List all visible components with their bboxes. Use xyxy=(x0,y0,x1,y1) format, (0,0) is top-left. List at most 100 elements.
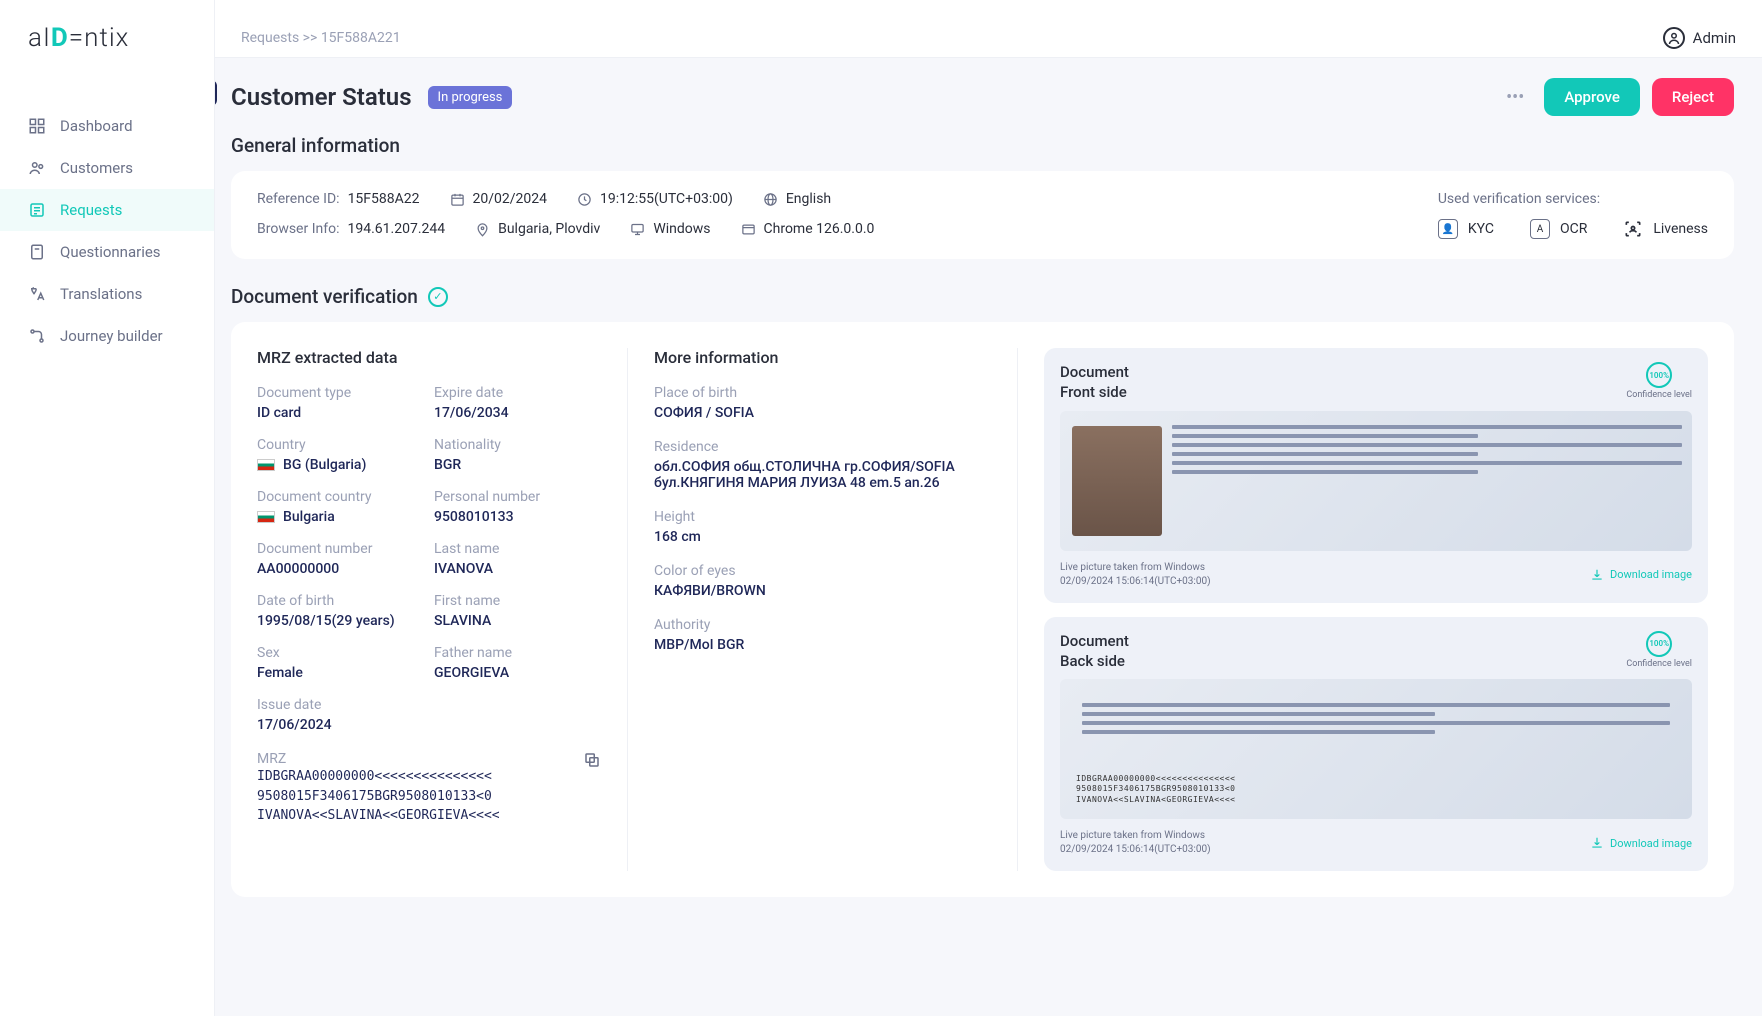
doc-number-value: AA00000000 xyxy=(257,561,424,577)
services-label: Used verification services: xyxy=(1438,191,1708,207)
date-value: 20/02/2024 xyxy=(473,191,548,207)
questionnaires-icon xyxy=(28,243,46,261)
download-icon xyxy=(1590,836,1604,850)
doc-back-image[interactable]: IDBGRAA00000000<<<<<<<<<<<<<<<9508015F34… xyxy=(1060,679,1692,819)
os-value: Windows xyxy=(653,221,710,237)
doc-back-card: Document Back side 100% Confidence level… xyxy=(1044,617,1708,872)
globe-icon xyxy=(763,192,778,207)
content: Customer Status In progress ••• Approve … xyxy=(215,58,1762,963)
reject-button[interactable]: Reject xyxy=(1652,78,1734,116)
father-name-value: GEORGIEVA xyxy=(434,665,601,681)
bulgaria-flag-icon xyxy=(257,459,275,471)
language-value: English xyxy=(786,191,831,207)
doc-country-value: Bulgaria xyxy=(257,509,424,525)
confidence-badge: 100% xyxy=(1646,631,1672,657)
location-value: Bulgaria, Plovdiv xyxy=(498,221,600,237)
clock-icon xyxy=(577,192,592,207)
reference-id-value: 15F588A22 xyxy=(348,191,420,207)
confidence-badge: 100% xyxy=(1646,362,1672,388)
main: Requests >> 15F588A221 Admin Customer St… xyxy=(215,0,1762,1016)
doc-back-title: Document Back side xyxy=(1060,631,1129,672)
sidebar-item-label: Dashboard xyxy=(60,117,133,135)
doc-type-value: ID card xyxy=(257,405,424,421)
height-value: 168 cm xyxy=(654,529,991,545)
dob-value: 1995/08/15(29 years) xyxy=(257,613,424,629)
expire-value: 17/06/2034 xyxy=(434,405,601,421)
sidebar-item-requests[interactable]: Requests xyxy=(0,189,214,231)
download-front-link[interactable]: Download image xyxy=(1590,568,1692,582)
back-button[interactable] xyxy=(215,80,217,106)
check-circle-icon: ✓ xyxy=(428,287,448,307)
more-info-heading: More information xyxy=(654,348,991,367)
page-title: Customer Status xyxy=(231,83,412,111)
browser-info-label: Browser Info: xyxy=(257,221,339,237)
residence-value: обл.СОФИЯ общ.СТОЛИЧНА гр.СОФИЯ/SOFIA бу… xyxy=(654,459,991,491)
sidebar-item-label: Requests xyxy=(60,201,122,219)
admin-menu[interactable]: Admin xyxy=(1663,27,1736,49)
service-ocr: OCR xyxy=(1560,221,1587,237)
bulgaria-flag-icon xyxy=(257,511,275,523)
kyc-icon: 👤 xyxy=(1438,219,1458,239)
sidebar-item-label: Journey builder xyxy=(60,327,163,345)
browser-value: Chrome 126.0.0.0 xyxy=(764,221,875,237)
personal-number-value: 9508010133 xyxy=(434,509,601,525)
doc-front-timestamp: Live picture taken from Windows02/09/202… xyxy=(1060,561,1211,589)
calendar-icon xyxy=(450,192,465,207)
section-docverif-title: Document verification xyxy=(231,285,418,308)
page-header: Customer Status In progress ••• Approve … xyxy=(231,78,1734,116)
doc-front-title: Document Front side xyxy=(1060,362,1129,403)
customers-icon xyxy=(28,159,46,177)
admin-label: Admin xyxy=(1693,29,1736,47)
liveness-icon xyxy=(1623,219,1643,239)
pin-icon xyxy=(475,222,490,237)
logo: aID=ntix xyxy=(0,0,214,75)
translations-icon xyxy=(28,285,46,303)
authority-value: МВР/MoI BGR xyxy=(654,637,991,653)
doc-front-card: Document Front side 100% Confidence leve… xyxy=(1044,348,1708,603)
sidebar: aID=ntix Dashboard Customers Requests Qu… xyxy=(0,0,215,1016)
user-icon xyxy=(1663,27,1685,49)
country-value: BG (Bulgaria) xyxy=(257,457,424,473)
sidebar-item-customers[interactable]: Customers xyxy=(0,147,214,189)
first-name-value: SLAVINA xyxy=(434,613,601,629)
sidebar-item-journey[interactable]: Journey builder xyxy=(0,315,214,357)
monitor-icon xyxy=(630,222,645,237)
issue-date-value: 17/06/2024 xyxy=(257,717,424,733)
nationality-value: BGR xyxy=(434,457,601,473)
requests-icon xyxy=(28,201,46,219)
download-back-link[interactable]: Download image xyxy=(1590,836,1692,850)
section-general-title: General information xyxy=(231,134,1734,157)
sex-value: Female xyxy=(257,665,424,681)
download-icon xyxy=(1590,568,1604,582)
last-name-value: IVANOVA xyxy=(434,561,601,577)
service-liveness: Liveness xyxy=(1653,221,1708,237)
ip-value: 194.61.207.244 xyxy=(347,221,445,237)
pob-value: СОФИЯ / SOFIA xyxy=(654,405,991,421)
sidebar-item-questionnaires[interactable]: Questionnaries xyxy=(0,231,214,273)
copy-icon[interactable] xyxy=(583,751,601,769)
topbar: Requests >> 15F588A221 Admin xyxy=(215,0,1762,58)
doc-verification-card: MRZ extracted data Document typeID card … xyxy=(231,322,1734,897)
sidebar-item-label: Customers xyxy=(60,159,133,177)
mrz-value: IDBGRAA00000000<<<<<<<<<<<<<<< 9508015F3… xyxy=(257,767,601,826)
ocr-icon: A xyxy=(1530,219,1550,239)
journey-icon xyxy=(28,327,46,345)
time-value: 19:12:55(UTC+03:00) xyxy=(600,191,733,207)
service-kyc: KYC xyxy=(1468,221,1494,237)
doc-back-timestamp: Live picture taken from Windows02/09/202… xyxy=(1060,829,1211,857)
doc-front-image[interactable] xyxy=(1060,411,1692,551)
browser-icon xyxy=(741,222,756,237)
general-info-card: Reference ID: 15F588A22 20/02/2024 19:12… xyxy=(231,171,1734,259)
reference-id-label: Reference ID: xyxy=(257,191,340,207)
more-icon[interactable]: ••• xyxy=(1498,79,1532,116)
sidebar-item-translations[interactable]: Translations xyxy=(0,273,214,315)
nav: Dashboard Customers Requests Questionnar… xyxy=(0,105,214,357)
dashboard-icon xyxy=(28,117,46,135)
sidebar-item-label: Questionnaries xyxy=(60,243,161,261)
sidebar-item-label: Translations xyxy=(60,285,142,303)
mrz-heading: MRZ extracted data xyxy=(257,348,601,367)
breadcrumb: Requests >> 15F588A221 xyxy=(241,30,401,46)
approve-button[interactable]: Approve xyxy=(1544,78,1640,116)
status-badge: In progress xyxy=(428,86,513,109)
sidebar-item-dashboard[interactable]: Dashboard xyxy=(0,105,214,147)
